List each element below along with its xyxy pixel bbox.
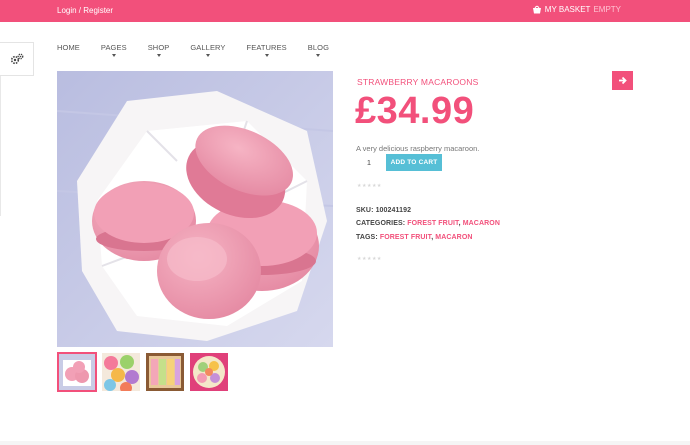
tag-link[interactable]: MACARON — [435, 234, 472, 241]
nav-label: FEATURES — [246, 43, 287, 52]
caret-down-icon — [156, 54, 161, 57]
basket-icon — [532, 5, 541, 14]
nav-item-shop[interactable]: SHOP — [147, 43, 170, 57]
basket-status: EMPTY — [593, 5, 621, 14]
product-main-image[interactable] — [57, 71, 333, 347]
macaroon-photo — [57, 71, 333, 347]
thumbnail-image — [146, 353, 184, 391]
thumbnail-image — [190, 353, 228, 391]
gears-icon — [10, 53, 23, 65]
sku-line: SKU: 100241192 — [356, 207, 411, 214]
thumbnail-2[interactable] — [101, 352, 141, 392]
basket-link[interactable]: MY BASKET EMPTY — [532, 5, 621, 14]
rating-stars: ★★★★★ — [357, 183, 382, 189]
tag-link[interactable]: FOREST FRUIT — [380, 234, 431, 241]
thumbnail-3[interactable] — [145, 352, 185, 392]
tags-line: TAGS: FOREST FRUIT, MACARON — [356, 234, 473, 241]
thumbnail-strip — [57, 352, 233, 392]
thumbnail-image — [59, 354, 95, 390]
sku-label: SKU: — [356, 207, 376, 214]
nav-item-features[interactable]: FEATURES — [246, 43, 287, 57]
category-link[interactable]: FOREST FRUIT — [407, 220, 458, 227]
caret-down-icon — [111, 54, 116, 57]
login-register-link[interactable]: Login / Register — [57, 6, 113, 15]
categories-label: CATEGORIES: — [356, 220, 408, 227]
side-divider — [0, 76, 1, 216]
top-bar: Login / Register MY BASKET EMPTY — [0, 0, 690, 22]
product-description: A very delicious raspberry macaroon. — [356, 144, 480, 153]
thumbnail-1[interactable] — [57, 352, 97, 392]
tags-label: TAGS: — [356, 234, 380, 241]
nav-label: HOME — [57, 43, 80, 52]
basket-label: MY BASKET — [544, 5, 591, 14]
add-to-cart-button[interactable]: ADD TO CART — [386, 154, 442, 171]
settings-toggle[interactable] — [0, 42, 34, 76]
footer-divider — [0, 441, 690, 445]
nav-item-blog[interactable]: BLOG — [307, 43, 330, 57]
thumbnail-4[interactable] — [189, 352, 229, 392]
rating-stars-secondary: ★★★★★ — [357, 256, 382, 262]
sku-value: 100241192 — [375, 207, 412, 214]
nav-item-gallery[interactable]: GALLERY — [190, 43, 226, 57]
caret-down-icon — [264, 54, 269, 57]
categories-line: CATEGORIES: FOREST FRUIT, MACARON — [356, 220, 500, 227]
arrow-right-icon — [619, 76, 627, 85]
quantity-input[interactable] — [357, 154, 381, 171]
caret-down-icon — [205, 54, 210, 57]
caret-down-icon — [316, 54, 321, 57]
nav-label: BLOG — [307, 43, 330, 52]
nav-label: PAGES — [100, 43, 127, 52]
main-nav: HOME PAGES SHOP GALLERY FEATURES BLOG — [57, 43, 350, 57]
nav-item-home[interactable]: HOME — [57, 43, 80, 52]
thumbnail-image — [102, 353, 140, 391]
nav-label: SHOP — [147, 43, 170, 52]
nav-label: GALLERY — [190, 43, 226, 52]
category-link[interactable]: MACARON — [463, 220, 500, 227]
product-price: £34.99 — [355, 90, 475, 132]
nav-item-pages[interactable]: PAGES — [100, 43, 127, 57]
next-product-button[interactable] — [612, 71, 633, 90]
product-title: STRAWBERRY MACAROONS — [357, 77, 479, 87]
